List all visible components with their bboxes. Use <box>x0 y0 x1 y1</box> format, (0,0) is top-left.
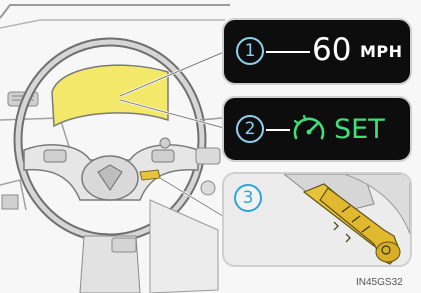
lever-highlight <box>139 169 161 181</box>
cruise-control-icon <box>293 114 325 140</box>
lever-closeup-panel: 3 <box>222 172 412 267</box>
callout-number-2: 2 <box>236 115 264 143</box>
figure-code: IN45GS32 <box>356 277 403 288</box>
speed-value: 60 <box>312 32 352 68</box>
callout-number-1: 1 <box>236 37 264 65</box>
cruise-control-figure: 1 60 MPH 2 SET 3 IN45GS32 <box>0 0 421 293</box>
speed-unit: MPH <box>360 42 403 61</box>
cruise-set-panel: 2 SET <box>222 96 412 162</box>
callout-connector-2 <box>266 129 290 131</box>
cruise-set-label: SET <box>334 114 385 145</box>
speed-readout-panel: 1 60 MPH <box>222 18 412 85</box>
meter-highlight <box>51 64 169 128</box>
callout-connector-1 <box>266 51 310 53</box>
callout-number-3: 3 <box>234 184 262 212</box>
